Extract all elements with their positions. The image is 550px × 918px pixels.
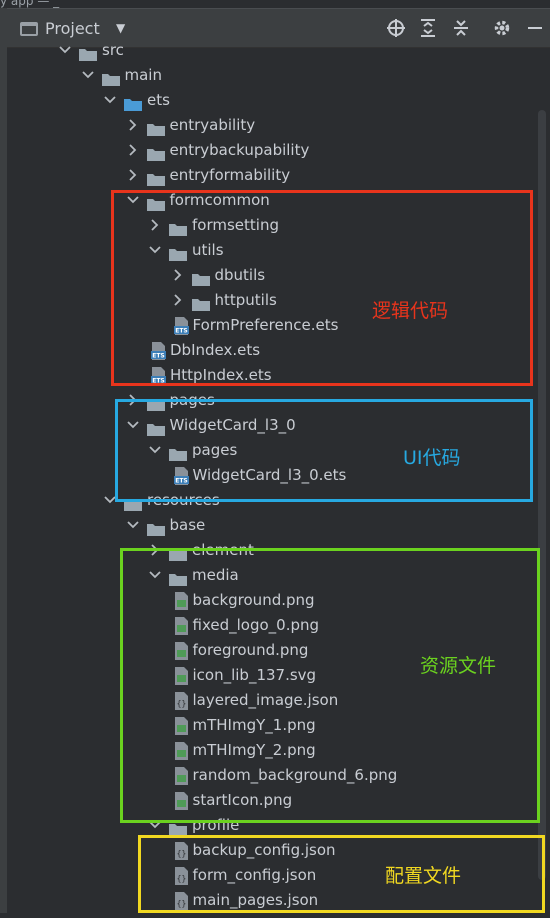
tree-node-label: src <box>102 41 124 59</box>
locate-file-icon[interactable] <box>386 18 406 38</box>
resource-files-highlight-box <box>120 548 540 823</box>
tree-node-entryability[interactable]: entryability <box>0 113 530 138</box>
tree-node-label: main <box>124 66 162 84</box>
logic-code-annotation: 逻辑代码 <box>372 300 449 322</box>
folder-icon <box>146 144 165 161</box>
tree-node-main[interactable]: main <box>0 63 530 88</box>
tree-node-label: ets <box>147 91 170 109</box>
logic-code-highlight-box <box>111 190 533 386</box>
chevron-right-icon[interactable] <box>127 113 141 138</box>
tree-node-base[interactable]: base <box>0 513 530 538</box>
project-view-title[interactable]: Project <box>45 19 100 38</box>
config-files-highlight-box <box>138 835 545 913</box>
tree-node-label: entryability <box>169 116 256 134</box>
tree-node-entryformability[interactable]: entryformability <box>0 163 530 188</box>
chevron-down-icon[interactable] <box>81 63 96 88</box>
collapse-all-icon[interactable] <box>451 18 471 38</box>
folder-icon <box>146 169 165 186</box>
folder-icon <box>101 69 120 86</box>
project-window-icon <box>20 22 38 36</box>
tree-node-label: base <box>169 516 206 534</box>
chevron-right-icon[interactable] <box>127 163 141 188</box>
chevron-down-icon[interactable]: ▼ <box>116 21 125 35</box>
folder-icon <box>146 519 165 536</box>
config-files-annotation: 配置文件 <box>385 865 462 887</box>
chevron-down-icon[interactable] <box>104 88 118 113</box>
folder-icon <box>124 94 142 111</box>
tree-node-label: entryformability <box>169 166 291 184</box>
window-title-strip: y app — _ <box>0 0 550 8</box>
tree-node-src[interactable]: src <box>0 38 530 63</box>
chevron-right-icon[interactable] <box>127 138 141 163</box>
folder-icon <box>79 44 97 61</box>
tree-node-label: entrybackupability <box>169 141 310 159</box>
gear-icon[interactable] <box>492 18 512 38</box>
resource-files-annotation: 资源文件 <box>420 655 497 677</box>
chevron-down-icon[interactable] <box>59 38 73 63</box>
ui-code-highlight-box <box>115 399 533 502</box>
tree-node-ets[interactable]: ets <box>0 88 530 113</box>
expand-all-icon[interactable] <box>418 18 438 38</box>
window-title-fragment: y app — _ <box>0 0 60 8</box>
minimize-icon[interactable] <box>525 18 545 38</box>
chevron-down-icon[interactable] <box>126 513 141 538</box>
ui-code-annotation: UI代码 <box>403 447 461 469</box>
folder-icon <box>146 119 165 136</box>
tree-node-entrybackupability[interactable]: entrybackupability <box>0 138 530 163</box>
